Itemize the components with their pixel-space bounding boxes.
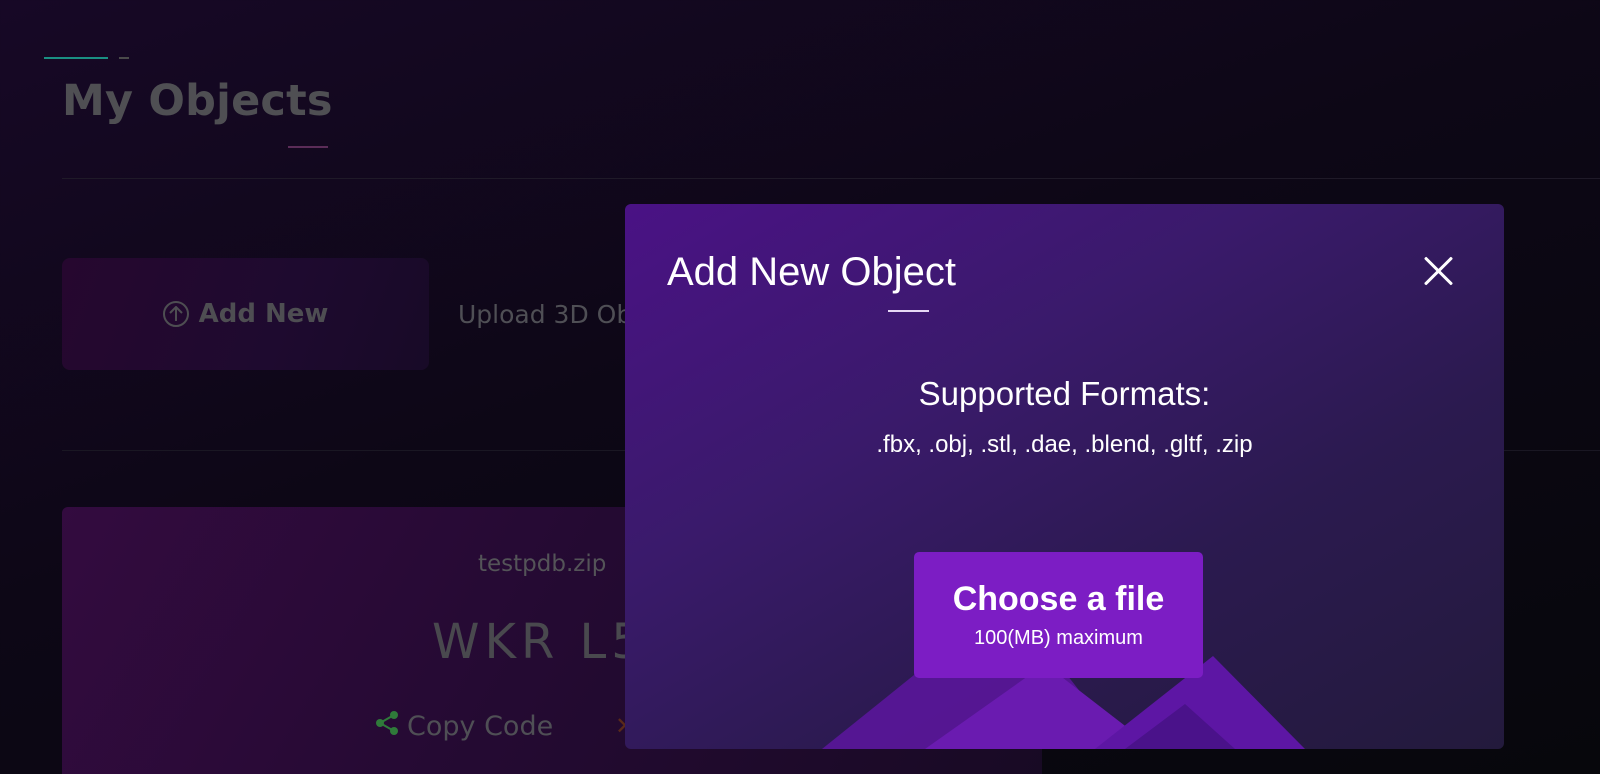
modal-title: Add New Object xyxy=(667,250,957,294)
arrow-up-circle-icon xyxy=(162,301,189,327)
card-code: WKR L5 xyxy=(432,614,625,670)
formats-title: Supported Formats: xyxy=(918,375,1211,412)
delete-icon[interactable]: ✕ xyxy=(615,712,625,740)
choose-file-label: Choose a file xyxy=(952,580,1165,618)
divider xyxy=(62,178,1600,179)
top-accent-dash xyxy=(119,57,129,59)
add-new-label: Add New xyxy=(198,299,329,329)
choose-file-button[interactable]: Choose a file 100(MB) maximum xyxy=(914,552,1203,678)
card-filename: testpdb.zip xyxy=(478,551,607,577)
add-new-button[interactable]: Add New xyxy=(62,258,429,370)
copy-code-label: Copy Code xyxy=(407,711,554,742)
top-accent-line xyxy=(44,57,108,59)
modal-title-underline xyxy=(888,310,929,312)
file-size-limit: 100(MB) maximum xyxy=(974,627,1143,649)
formats-list: .fbx, .obj, .stl, .dae, .blend, .gltf, .… xyxy=(876,431,1253,458)
page-title-underline xyxy=(288,146,328,148)
share-icon xyxy=(375,710,399,743)
copy-code-button[interactable]: Copy Code xyxy=(375,710,553,743)
page-title: My Objects xyxy=(62,76,333,126)
close-icon[interactable] xyxy=(1420,252,1456,288)
upload-hint: Upload 3D Objects xyxy=(458,300,625,329)
add-object-modal: Add New Object Supported Formats: .fbx, … xyxy=(625,204,1504,749)
